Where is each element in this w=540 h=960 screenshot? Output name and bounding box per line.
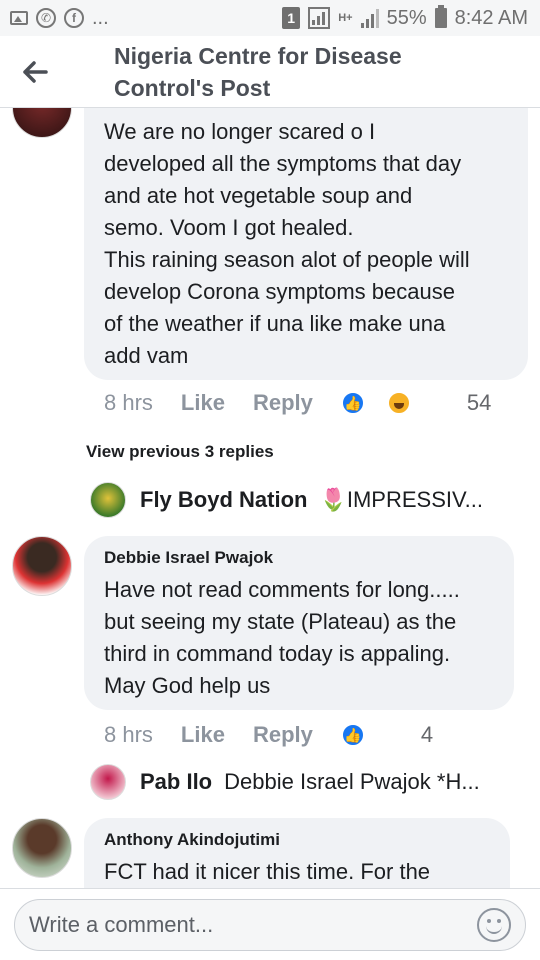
reaction-count: 4 xyxy=(420,722,434,747)
signal-box-icon xyxy=(308,7,331,29)
comment-time: 8 hrs xyxy=(104,390,153,415)
sim-icon: 1 xyxy=(282,7,301,29)
image-icon xyxy=(10,11,28,25)
reply-author[interactable]: Pab Ilo xyxy=(140,769,212,795)
avatar[interactable] xyxy=(12,108,72,138)
reactions[interactable]: 👍 xyxy=(340,723,393,747)
reply-text: 🌷IMPRESSIV... xyxy=(319,487,483,512)
comment-bubble[interactable]: Anthony Akindojutimi FCT had it nicer th… xyxy=(84,818,510,888)
comment-bubble[interactable]: Debbie Israel Pwajok Have not read comme… xyxy=(84,536,514,710)
haha-reaction-icon xyxy=(386,391,411,415)
reply-preview[interactable]: Pab Ilo Debbie Israel Pwajok *H... xyxy=(90,764,480,800)
comment-actions: 8 hrs Like Reply 👍 4 xyxy=(104,722,433,748)
reply-author[interactable]: Fly Boyd Nation xyxy=(140,487,307,513)
status-bar: ✆ f ... 1 H+ 55% 8:42 AM xyxy=(0,0,540,36)
facebook-icon: f xyxy=(64,8,84,28)
reply-preview[interactable]: Fly Boyd Nation 🌷IMPRESSIV... xyxy=(90,482,483,518)
more-notifications: ... xyxy=(92,6,109,29)
comment-input[interactable] xyxy=(29,912,477,938)
battery-icon xyxy=(434,5,447,28)
signal-icon xyxy=(360,8,379,28)
reactions[interactable]: 👍 xyxy=(340,391,439,415)
back-button[interactable] xyxy=(0,36,70,108)
comment-text: Have not read comments for long..... but… xyxy=(104,577,460,698)
comment-author[interactable]: Debbie Israel Pwajok xyxy=(104,548,494,568)
comments-feed[interactable]: We are no longer scared o I developed al… xyxy=(0,108,540,888)
network-type: H+ xyxy=(338,12,353,24)
avatar[interactable] xyxy=(90,764,126,800)
comment-text: FCT had it nicer this time. For the xyxy=(104,859,431,884)
avatar[interactable] xyxy=(12,818,72,878)
comment-composer xyxy=(0,888,540,960)
clock: 8:42 AM xyxy=(454,6,528,29)
like-button[interactable]: Like xyxy=(181,722,225,748)
reply-button[interactable]: Reply xyxy=(253,722,313,748)
avatar[interactable] xyxy=(90,482,126,518)
view-previous-replies-link[interactable]: View previous 3 replies xyxy=(86,442,274,462)
like-reaction-icon: 👍 xyxy=(340,391,365,415)
reply-text: Debbie Israel Pwajok *H... xyxy=(224,769,480,794)
avatar[interactable] xyxy=(12,536,72,596)
comment-actions: 8 hrs Like Reply 👍 54 xyxy=(104,390,491,416)
comment-input-box[interactable] xyxy=(14,899,526,951)
whatsapp-icon: ✆ xyxy=(36,8,56,28)
reaction-count: 54 xyxy=(466,390,492,415)
emoji-icon[interactable] xyxy=(477,908,511,942)
comment-time: 8 hrs xyxy=(104,722,153,747)
comment-text: We are no longer scared o I developed al… xyxy=(104,119,470,368)
like-reaction-icon: 👍 xyxy=(340,723,365,747)
post-header: Nigeria Centre for Disease Control's Pos… xyxy=(0,36,540,108)
comment-bubble[interactable]: We are no longer scared o I developed al… xyxy=(84,108,528,380)
like-button[interactable]: Like xyxy=(181,390,225,416)
page-title: Nigeria Centre for Disease Control's Pos… xyxy=(114,42,402,101)
reply-button[interactable]: Reply xyxy=(253,390,313,416)
battery-percent: 55% xyxy=(386,6,427,29)
back-arrow-icon xyxy=(23,61,48,83)
comment-author[interactable]: Anthony Akindojutimi xyxy=(104,830,490,850)
